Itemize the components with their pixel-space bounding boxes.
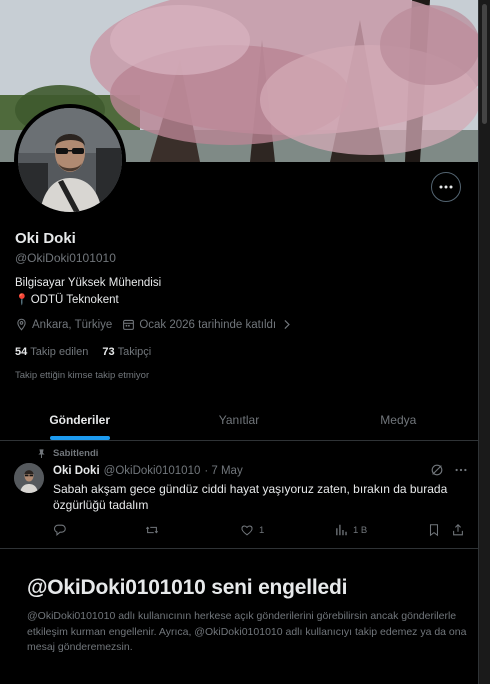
calendar-icon xyxy=(123,319,135,330)
views-count: 1 B xyxy=(353,524,368,536)
tweet-date[interactable]: · 7 May xyxy=(204,465,242,477)
profile-page: Oki Doki @OkiDoki0101010 Bilgisayar Yüks… xyxy=(0,0,479,684)
tweet-header: Oki Doki @OkiDoki0101010 · 7 May xyxy=(53,465,243,477)
profile-avatar[interactable] xyxy=(14,104,126,216)
followers-link[interactable]: 73 Takipçi xyxy=(102,346,151,358)
pinned-indicator: Sabitlendi xyxy=(36,448,98,459)
bio-line-2: 📍 ODTÜ Teknokent xyxy=(15,293,119,307)
location: Ankara, Türkiye xyxy=(15,318,112,331)
followers-label: Takipçi xyxy=(117,346,152,358)
bookmark-button[interactable] xyxy=(427,523,441,537)
reply-icon xyxy=(53,524,66,536)
bookmark-icon xyxy=(429,524,439,537)
location-text: Ankara, Türkiye xyxy=(32,318,113,331)
scrollbar[interactable] xyxy=(479,0,490,684)
bio-line-1: Bilgisayar Yüksek Mühendisi xyxy=(15,277,162,289)
following-label: Takip edilen xyxy=(30,346,89,358)
profile-handle: @OkiDoki0101010 xyxy=(15,251,116,265)
more-horizontal-icon xyxy=(439,185,453,189)
tweet-top-icons xyxy=(430,463,468,477)
following-link[interactable]: 54 Takip edilen xyxy=(15,346,88,358)
divider xyxy=(0,548,478,549)
analytics-icon xyxy=(336,524,347,536)
profile-tabs: Gönderiler Yanıtlar Medya xyxy=(0,400,478,441)
profile-meta: Ankara, Türkiye Ocak 2026 tarihinde katı… xyxy=(15,318,303,331)
following-count: 54 xyxy=(15,346,28,358)
tweet-text: Sabah akşam gece gündüz ciddi hayat yaşı… xyxy=(53,482,448,512)
tweet-more-icon[interactable] xyxy=(454,463,468,477)
tab-media[interactable]: Medya xyxy=(319,400,478,440)
like-count: 1 xyxy=(259,524,265,536)
tab-posts[interactable]: Gönderiler xyxy=(0,400,159,440)
tweet-actions: 1 1 B xyxy=(53,523,465,539)
no-mutual-followers: Takip ettiğin kimse takip etmiyor xyxy=(15,370,150,381)
tweet-avatar[interactable] xyxy=(14,463,44,493)
location-icon xyxy=(17,318,26,331)
repost-icon xyxy=(145,526,159,534)
pin-emoji-icon: 📍 xyxy=(15,294,29,306)
joined-text: Ocak 2026 tarihinde katıldı xyxy=(139,318,277,331)
tab-replies[interactable]: Yanıtlar xyxy=(159,400,318,440)
reply-button[interactable] xyxy=(53,523,67,537)
pin-icon xyxy=(38,449,45,458)
like-button[interactable]: 1 xyxy=(240,523,264,537)
scrollbar-thumb[interactable] xyxy=(482,4,487,124)
blocked-description: @OkiDoki0101010 adlı kullanıcının herkes… xyxy=(27,610,467,653)
tweet-handle[interactable]: @OkiDoki0101010 xyxy=(104,465,201,477)
share-button[interactable] xyxy=(451,523,465,537)
profile-name: Oki Doki xyxy=(15,230,76,247)
repost-button[interactable] xyxy=(145,523,159,537)
blocked-title: @OkiDoki0101010 seni engelledi xyxy=(27,576,348,599)
views-button[interactable]: 1 B xyxy=(334,523,367,537)
followers-count: 73 xyxy=(102,346,115,358)
share-icon xyxy=(453,524,463,536)
bio-line-2-text: ODTÜ Teknokent xyxy=(30,293,119,306)
joined-date[interactable]: Ocak 2026 tarihinde katıldı xyxy=(122,318,293,331)
grok-icon[interactable] xyxy=(430,463,444,477)
tweet-author[interactable]: Oki Doki xyxy=(53,465,100,477)
more-options-button[interactable] xyxy=(431,172,461,202)
follow-stats: 54 Takip edilen 73 Takipçi xyxy=(15,346,151,358)
heart-icon xyxy=(241,525,253,536)
pinned-label: Sabitlendi xyxy=(53,448,99,459)
chevron-right-icon xyxy=(284,320,290,329)
